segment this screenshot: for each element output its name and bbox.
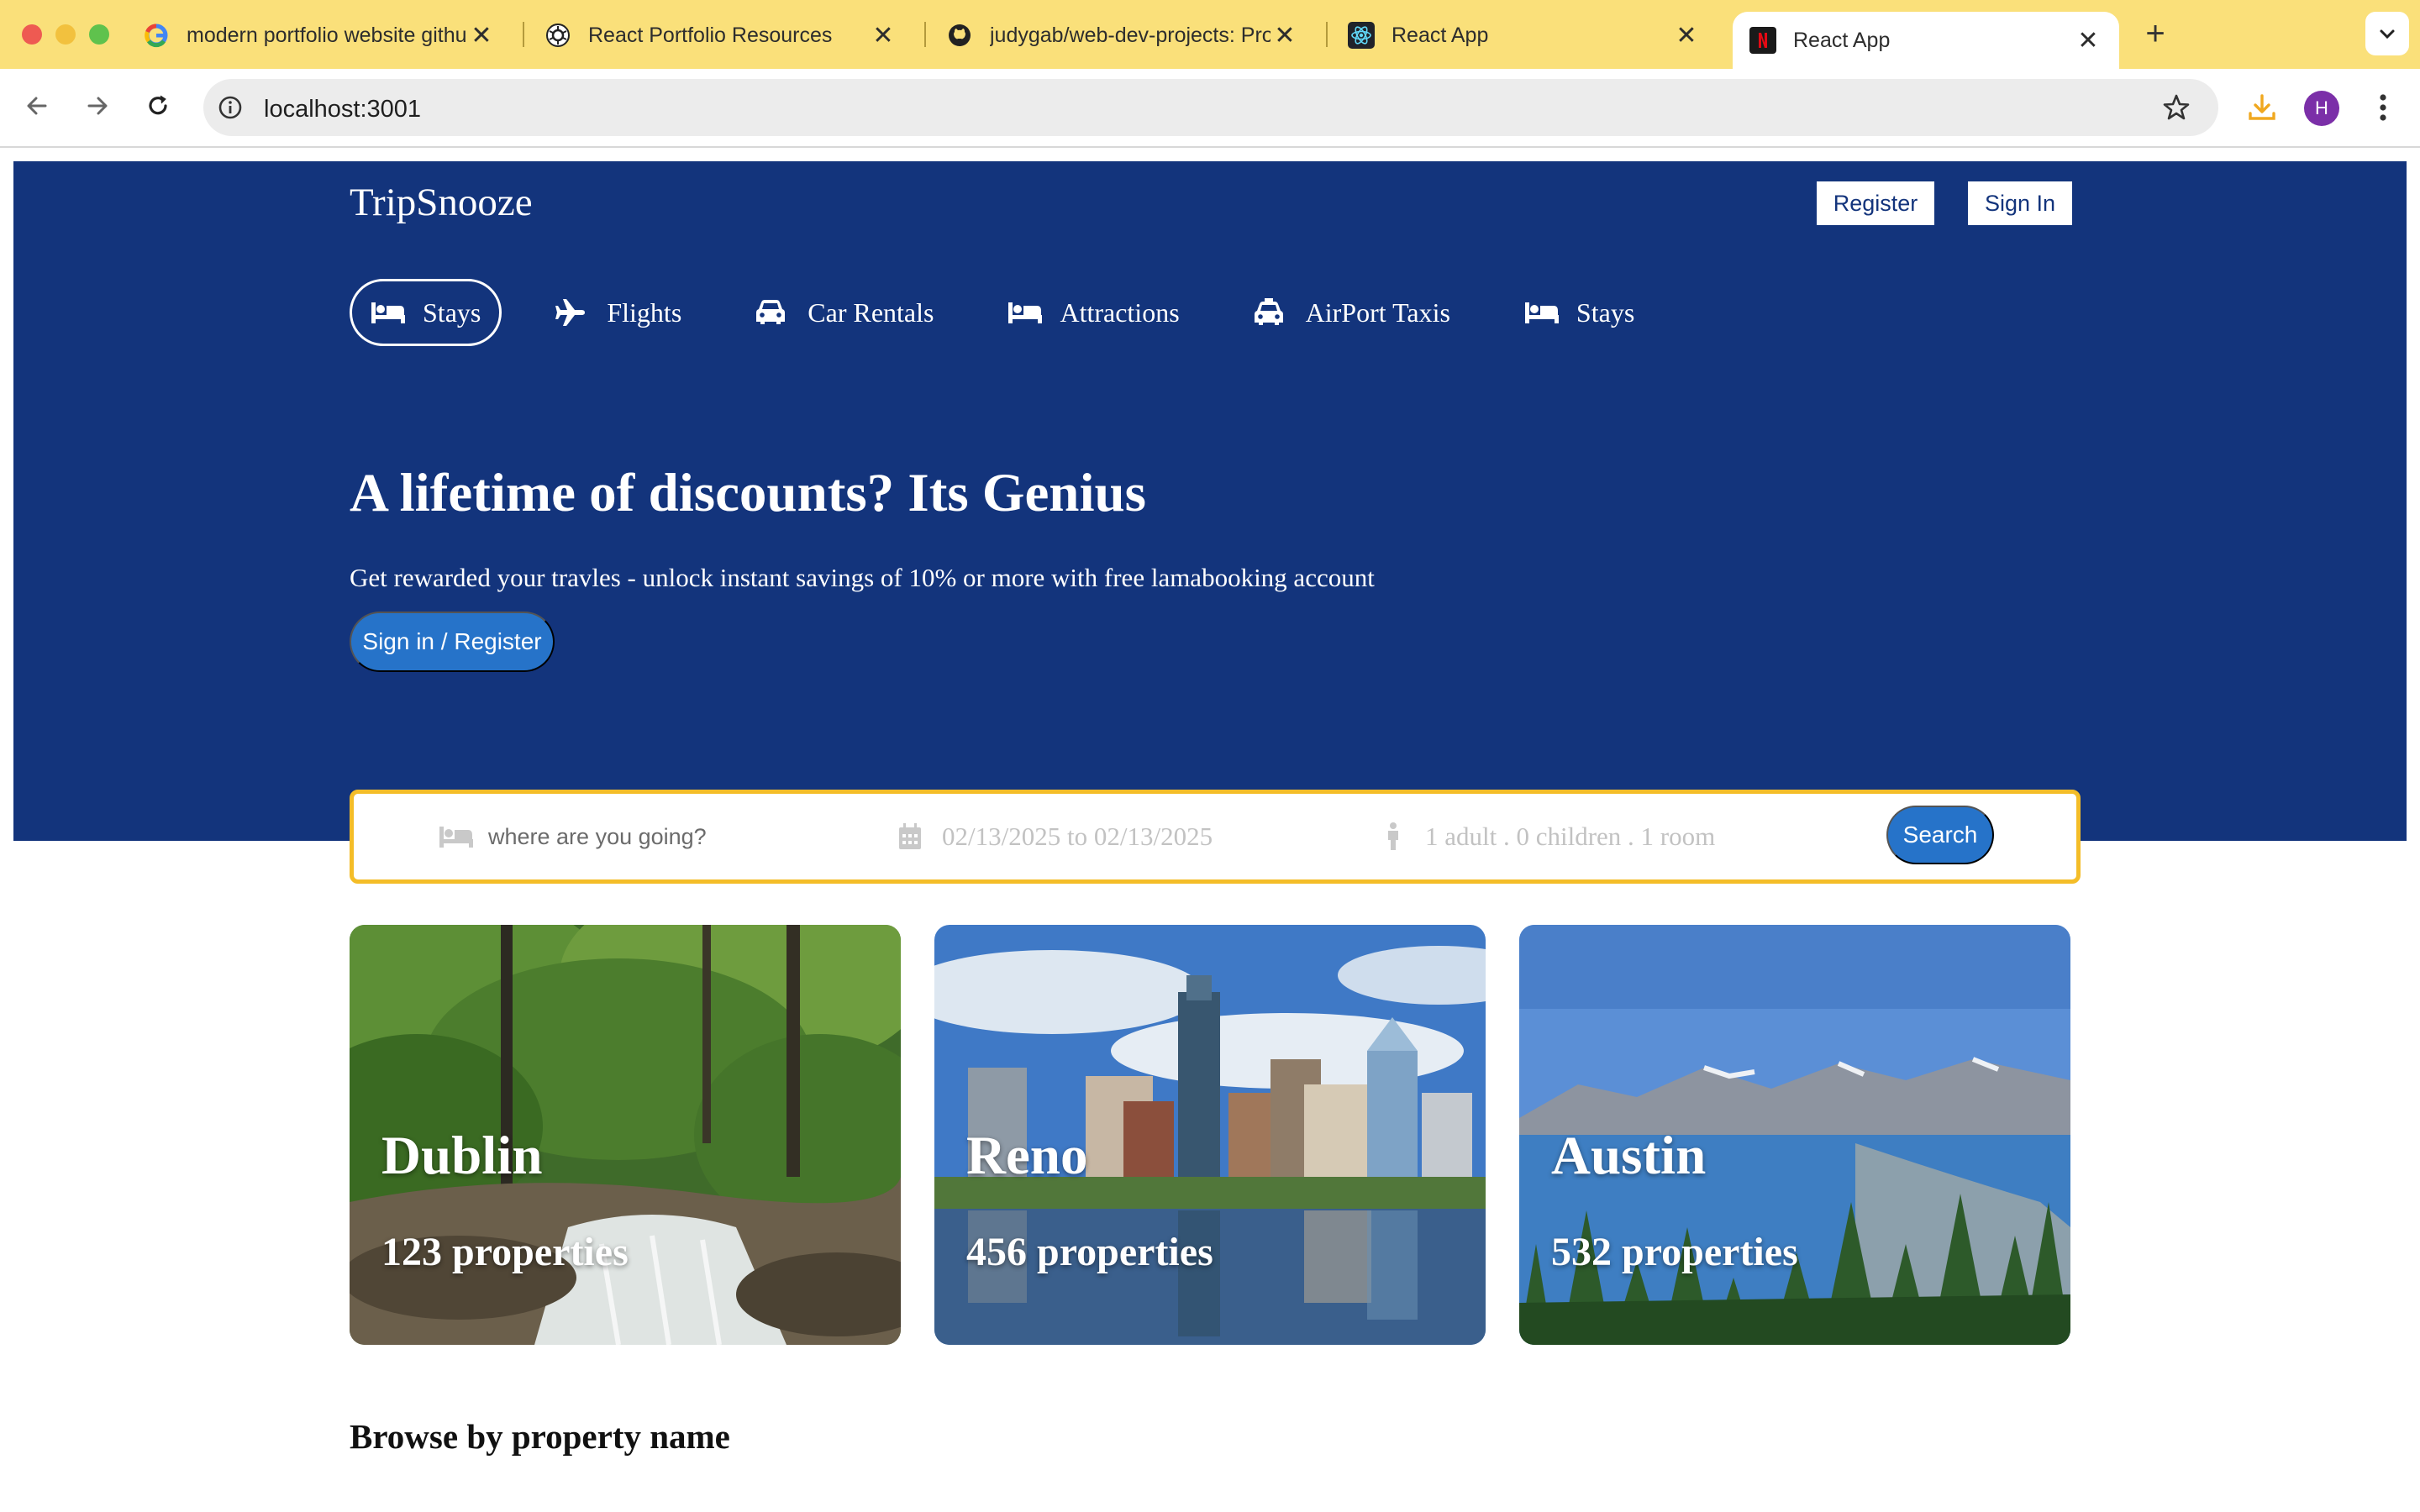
close-window-button[interactable]	[22, 24, 42, 45]
tab-close-icon[interactable]: ✕	[2074, 26, 2102, 55]
tab-close-icon[interactable]: ✕	[467, 21, 496, 50]
browser-tab[interactable]: modern portfolio website github ✕	[126, 12, 513, 59]
bed-icon	[371, 299, 406, 326]
tab-title: judygab/web-dev-projects: Projects	[990, 23, 1270, 47]
register-button[interactable]: Register	[1817, 181, 1934, 225]
person-icon	[1375, 822, 1412, 852]
brand-logo[interactable]: TripSnooze	[350, 180, 533, 225]
browser-tab[interactable]: judygab/web-dev-projects: Projects ✕	[929, 12, 1316, 59]
tab-separator	[1326, 22, 1328, 47]
nav-item-airport-taxis[interactable]: AirPort Taxis	[1233, 279, 1471, 346]
tab-title: React App	[1392, 23, 1489, 47]
url-text: localhost:3001	[264, 96, 422, 123]
minimize-window-button[interactable]	[55, 24, 76, 45]
kebab-menu-icon[interactable]	[2368, 89, 2398, 126]
search-bar: 02/13/2025 to 02/13/2025 1 adult . 0 chi…	[350, 790, 2081, 884]
tab-separator	[523, 22, 524, 47]
tab-close-icon[interactable]: ✕	[1270, 21, 1299, 50]
bed-icon	[1007, 299, 1043, 326]
tab-title: React Portfolio Resources	[588, 23, 833, 47]
reload-icon[interactable]	[138, 86, 178, 126]
calendar-icon	[892, 822, 929, 852]
property-count: 456 properties	[966, 1230, 1213, 1274]
destination-input[interactable]	[488, 823, 841, 850]
property-count: 123 properties	[381, 1230, 629, 1274]
featured-card-dublin[interactable]: Dublin 123 properties	[350, 925, 901, 1345]
download-icon[interactable]	[2244, 89, 2281, 126]
hero-title: A lifetime of discounts? Its Genius	[350, 463, 1146, 523]
nav-item-label: Stays	[1576, 297, 1635, 328]
nav-item-attractions[interactable]: Attractions	[986, 279, 1200, 346]
browser-tab-active[interactable]: React App ✕	[1733, 12, 2119, 69]
property-count: 532 properties	[1551, 1230, 1798, 1274]
github-icon	[946, 22, 973, 49]
date-range-text: 02/13/2025 to 02/13/2025	[942, 822, 1213, 851]
nav-item-label: Attractions	[1060, 297, 1180, 328]
back-icon[interactable]	[17, 86, 57, 126]
date-field[interactable]: 02/13/2025 to 02/13/2025	[892, 794, 1213, 879]
address-bar[interactable]: localhost:3001	[203, 79, 2218, 136]
profile-avatar[interactable]: H	[2304, 91, 2339, 126]
featured-card-austin[interactable]: Austin 532 properties	[1519, 925, 2070, 1345]
nav-item-label: AirPort Taxis	[1305, 297, 1450, 328]
plane-icon	[555, 299, 590, 326]
react-icon	[1348, 22, 1375, 49]
bed-icon	[438, 822, 475, 852]
nav-item-stays[interactable]: Stays	[350, 279, 502, 346]
forward-icon[interactable]	[77, 86, 118, 126]
page-content: TripSnooze Register Sign In Stays Flight…	[0, 148, 2420, 1512]
sign-in-button[interactable]: Sign In	[1968, 181, 2072, 225]
tab-search-button[interactable]	[2365, 12, 2409, 55]
browser-tab[interactable]: React App ✕	[1331, 12, 1718, 59]
browser-tab[interactable]: React Portfolio Resources ✕	[528, 12, 914, 59]
site-info-icon[interactable]	[215, 92, 245, 123]
nav-item-flights[interactable]: Flights	[534, 279, 702, 346]
city-name: Dublin	[381, 1126, 543, 1186]
chevron-down-icon	[2380, 29, 2395, 39]
tab-title: React App	[1793, 28, 1891, 52]
new-tab-icon[interactable]: +	[2139, 17, 2172, 50]
nav-item-label: Car Rentals	[808, 297, 934, 328]
category-nav: Stays Flights Car Rentals Attractions Ai…	[350, 279, 1687, 349]
nav-item-label: Stays	[423, 297, 481, 328]
browser-toolbar: localhost:3001 H	[0, 69, 2420, 148]
car-icon	[755, 299, 791, 326]
hero-banner: TripSnooze Register Sign In Stays Flight…	[13, 161, 2407, 841]
nav-item-label: Flights	[607, 297, 682, 328]
openai-icon	[544, 22, 571, 49]
featured-cities: Dublin 123 properties Reno 456 propertie…	[350, 925, 2072, 1347]
google-icon	[143, 22, 170, 49]
sign-in-register-button[interactable]: Sign in / Register	[350, 612, 555, 672]
search-button[interactable]: Search	[1886, 806, 1994, 864]
browse-section-title: Browse by property name	[350, 1417, 730, 1456]
city-name: Reno	[966, 1126, 1088, 1186]
destination-field[interactable]	[438, 794, 841, 879]
nav-item-car-rentals[interactable]: Car Rentals	[734, 279, 955, 346]
tab-close-icon[interactable]: ✕	[869, 21, 897, 50]
city-name: Austin	[1551, 1126, 1707, 1186]
app-icon	[1749, 27, 1776, 54]
taxi-icon	[1254, 298, 1289, 326]
tab-close-icon[interactable]: ✕	[1672, 21, 1701, 50]
featured-card-reno[interactable]: Reno 456 properties	[934, 925, 1486, 1345]
bed-icon	[1524, 299, 1560, 326]
nav-item-stays-2[interactable]: Stays	[1503, 279, 1655, 346]
hero-subtitle: Get rewarded your travles - unlock insta…	[350, 563, 1375, 592]
maximize-window-button[interactable]	[89, 24, 109, 45]
browser-tab-strip: modern portfolio website github ✕ React …	[0, 0, 2420, 69]
guests-field[interactable]: 1 adult . 0 children . 1 room	[1375, 794, 1715, 879]
tab-title: modern portfolio website github	[187, 23, 467, 47]
bookmark-star-icon[interactable]	[2160, 91, 2193, 124]
tab-separator	[924, 22, 926, 47]
guests-text: 1 adult . 0 children . 1 room	[1425, 822, 1716, 851]
